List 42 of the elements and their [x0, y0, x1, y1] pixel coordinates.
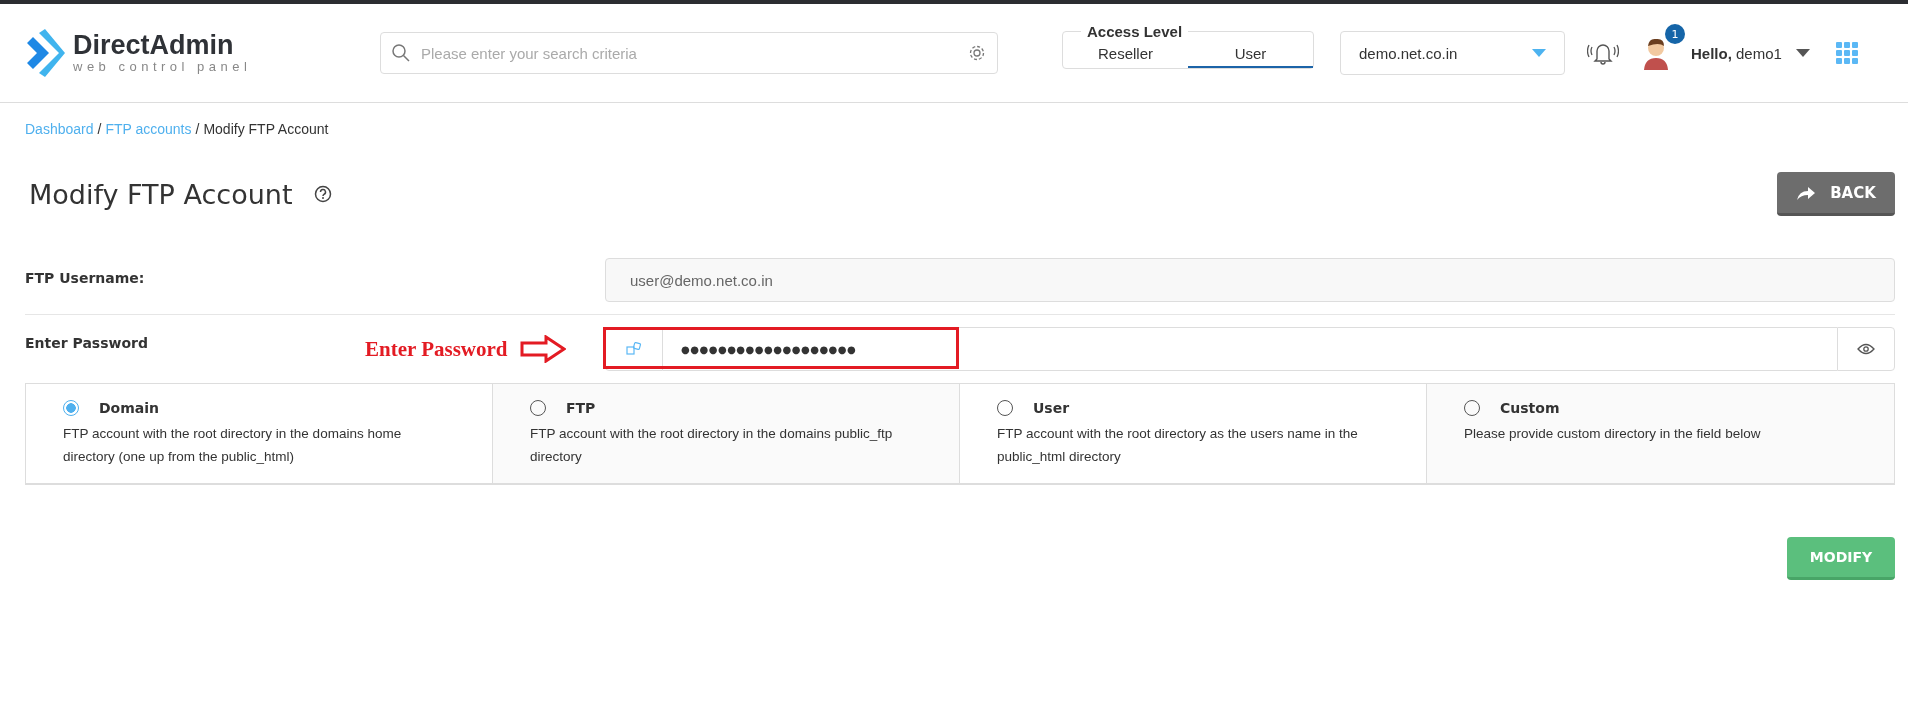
password-field[interactable]: ●●●●●●●●●●●●●●●●●●●	[663, 327, 1837, 371]
avatar-icon[interactable]	[1641, 36, 1671, 70]
domain-select[interactable]: demo.net.co.in	[1340, 31, 1565, 75]
option-label: Custom	[1500, 400, 1560, 416]
share-arrow-icon	[1796, 185, 1817, 200]
logo-name: DirectAdmin	[73, 32, 235, 59]
settings-icon[interactable]	[968, 44, 986, 62]
radio-button[interactable]	[63, 400, 79, 416]
back-button[interactable]: BACK	[1777, 172, 1895, 216]
username-field[interactable]: user@demo.net.co.in	[605, 258, 1895, 302]
search-icon	[391, 43, 411, 63]
annotation-text: Enter Password	[365, 336, 508, 362]
option-label: User	[1033, 400, 1070, 416]
eye-icon	[1857, 343, 1875, 355]
annotation-arrow	[519, 335, 566, 363]
directory-option[interactable]: Custom Please provide custom directory in the field below	[1427, 384, 1894, 483]
field-label: Enter Password	[25, 334, 149, 351]
logo-tagline: web control panel	[73, 59, 252, 74]
access-level-tab[interactable]: User	[1188, 40, 1313, 68]
page-title: Modify FTP Account	[29, 178, 293, 210]
caret-icon	[1532, 49, 1546, 57]
access-level-tab[interactable]: Reseller	[1063, 40, 1188, 68]
option-label: FTP	[566, 400, 596, 416]
option-description: FTP account with the root directory in the domains home directory (one up from the public_html)	[63, 425, 403, 466]
option-label: Domain	[99, 400, 160, 416]
user-menu[interactable]: Hello, demo1	[1691, 44, 1810, 62]
option-description: Please provide custom directory in the field below	[1464, 425, 1762, 443]
help-icon[interactable]	[314, 185, 333, 203]
dice-icon	[626, 342, 642, 356]
access-level-title: Access Level	[1086, 23, 1184, 40]
show-password-button[interactable]	[1837, 327, 1895, 371]
option-description: FTP account with the root directory as the users name in the public_html directory	[997, 425, 1359, 466]
caret-icon	[1795, 49, 1810, 57]
directory-option[interactable]: FTP FTP account with the root directory in the domains public_ftp directory	[493, 384, 960, 483]
breadcrumb-current: Modify FTP Account	[203, 121, 329, 137]
notification-badge: 1	[1665, 24, 1685, 44]
breadcrumb-separator: /	[195, 121, 200, 137]
field-label: FTP Username:	[25, 269, 146, 286]
option-description: FTP account with the root directory in the domains public_ftp directory	[530, 425, 894, 466]
breadcrumb-separator: /	[97, 121, 102, 137]
search-field[interactable]: Please enter your search criteria	[380, 32, 998, 74]
logo-chevron-icon	[25, 29, 65, 77]
